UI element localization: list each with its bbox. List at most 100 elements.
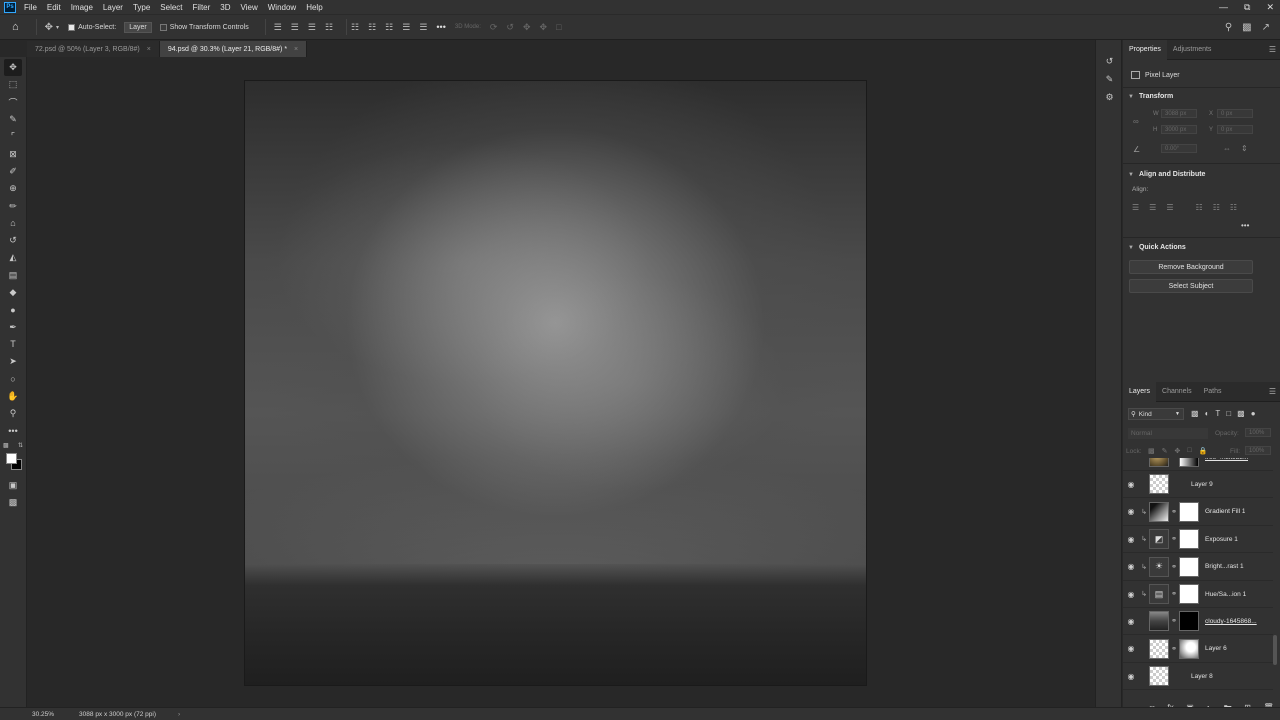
document-info[interactable]: 3088 px x 3000 px (72 ppi) [79, 711, 156, 718]
menu-layer[interactable]: Layer [103, 3, 123, 12]
mask-link-icon[interactable]: ⚭ [1169, 617, 1179, 625]
layer-row[interactable]: ◉ ↳ ◩ ⚭ Exposure 1 [1123, 526, 1273, 554]
more-align-options-icon[interactable]: ••• [1241, 221, 1249, 230]
lock-all-icon[interactable]: 🔒 [1199, 447, 1208, 455]
menu-select[interactable]: Select [160, 3, 182, 12]
menu-filter[interactable]: Filter [193, 3, 211, 12]
canvas-area[interactable] [28, 57, 1083, 707]
swap-colors-icon[interactable]: ⇅ [18, 442, 23, 449]
visibility-eye-icon[interactable]: ◉ [1123, 458, 1139, 462]
3d-scale-icon[interactable]: □ [556, 22, 561, 32]
clone-stamp-tool-icon[interactable]: ⌂ [4, 215, 22, 232]
align-section-title[interactable]: ▼ Align and Distribute [1128, 171, 1205, 178]
distribute-top-icon[interactable]: ☷ [351, 22, 359, 33]
layer-row[interactable]: ◉ ↳ ▤ ⚭ Hue/Sa...ion 1 [1123, 581, 1273, 608]
move-tool-preset-icon[interactable]: ✥ [45, 22, 53, 33]
close-tab-icon[interactable]: × [294, 46, 298, 53]
align-left-edges-icon[interactable]: ☰ [1132, 203, 1139, 212]
more-options-icon[interactable]: ••• [436, 22, 445, 32]
layer-thumbnail[interactable] [1149, 474, 1169, 495]
visibility-eye-icon[interactable]: ◉ [1123, 672, 1139, 681]
layer-row[interactable]: ◉ ↳ ⚭ Gradient Fill 1 [1123, 499, 1273, 526]
edit-toolbar-icon[interactable]: ••• [4, 422, 22, 439]
layer-name[interactable]: free_...3k9b3... [1205, 458, 1248, 461]
close-tab-icon[interactable]: × [147, 46, 151, 53]
hand-tool-icon[interactable]: ✋ [4, 388, 22, 405]
filter-adjustment-icon[interactable]: ◐ [1205, 409, 1210, 418]
angle-field[interactable]: 0.00° [1161, 144, 1197, 153]
tab-paths[interactable]: Paths [1198, 382, 1228, 402]
distribute-bottom-icon[interactable]: ☷ [385, 22, 393, 33]
layer-mask-thumbnail[interactable] [1179, 458, 1199, 467]
menu-window[interactable]: Window [268, 3, 296, 12]
tab-adjustments[interactable]: Adjustments [1167, 40, 1218, 60]
visibility-eye-icon[interactable]: ◉ [1123, 535, 1139, 544]
status-menu-arrow-icon[interactable]: › [178, 711, 180, 718]
layer-name[interactable]: Hue/Sa...ion 1 [1205, 591, 1246, 598]
search-icon[interactable]: ⚲ [1225, 22, 1232, 33]
align-top-edges-icon[interactable]: ☷ [1196, 203, 1203, 212]
share-icon[interactable]: ↗ [1262, 22, 1270, 33]
opacity-field[interactable]: 100% [1245, 428, 1271, 437]
home-icon[interactable]: ⌂ [12, 21, 19, 33]
filter-type-icon[interactable]: T [1215, 409, 1220, 418]
lock-image-icon[interactable]: ✎ [1162, 447, 1168, 455]
layer-row[interactable]: ◉ ↳ ☀ ⚭ Bright...rast 1 [1123, 554, 1273, 581]
lock-position-icon[interactable]: ✥ [1175, 447, 1181, 455]
type-tool-icon[interactable]: T [4, 336, 22, 353]
minimize-icon[interactable]: — [1219, 2, 1228, 12]
layer-row[interactable]: ◉ ⚭ cloudy-1645868... [1123, 608, 1273, 636]
screen-mode-icon[interactable]: ▩ [4, 494, 22, 511]
document-canvas[interactable] [245, 81, 866, 685]
align-h-centers-icon[interactable]: ☰ [1149, 203, 1156, 212]
layer-thumbnail[interactable]: ◩ [1149, 529, 1169, 550]
align-top-icon[interactable]: ☷ [325, 22, 333, 33]
restore-icon[interactable]: ⧉ [1244, 2, 1250, 13]
layer-name[interactable]: Gradient Fill 1 [1205, 508, 1245, 515]
y-field[interactable]: 0 px [1217, 125, 1253, 134]
eyedropper-tool-icon[interactable]: ✐ [4, 163, 22, 180]
align-right-icon[interactable]: ☰ [308, 22, 316, 33]
3d-pan-icon[interactable]: ✥ [523, 22, 531, 33]
dodge-tool-icon[interactable]: ● [4, 301, 22, 318]
move-tool-icon[interactable]: ✥ [4, 59, 22, 77]
layer-row[interactable]: ◉ ⚭ free_...3k9b3... [1123, 458, 1273, 471]
layer-name[interactable]: Layer 8 [1191, 673, 1213, 680]
mask-link-icon[interactable]: ⚭ [1169, 590, 1179, 598]
quick-mask-icon[interactable]: ▣ [4, 477, 22, 494]
history-panel-icon[interactable]: ↺ [1096, 52, 1123, 70]
distribute-middle-icon[interactable]: ☷ [368, 22, 376, 33]
marquee-tool-icon[interactable]: ⬚ [4, 76, 22, 93]
blur-tool-icon[interactable]: ◆ [4, 284, 22, 301]
layer-row[interactable]: ◉ ⚭ Layer 6 [1123, 636, 1273, 663]
layer-mask-thumbnail[interactable] [1179, 556, 1199, 577]
mask-link-icon[interactable]: ⚭ [1169, 508, 1179, 516]
brush-settings-panel-icon[interactable]: ✎ [1096, 70, 1123, 88]
tab-properties[interactable]: Properties [1123, 39, 1167, 60]
layer-thumbnail[interactable] [1149, 501, 1169, 522]
filter-kind-dropdown[interactable]: ⚲ Kind ▼ [1128, 408, 1184, 420]
mask-link-icon[interactable]: ⚭ [1169, 458, 1179, 461]
filter-pixel-icon[interactable]: ▩ [1191, 409, 1199, 418]
layer-thumbnail[interactable] [1149, 611, 1169, 632]
menu-image[interactable]: Image [71, 3, 93, 12]
pen-tool-icon[interactable]: ✒ [4, 318, 22, 335]
x-field[interactable]: 0 px [1217, 109, 1253, 118]
flip-horizontal-icon[interactable]: ⇔ [1223, 144, 1231, 153]
visibility-eye-icon[interactable]: ◉ [1123, 480, 1139, 489]
layer-name[interactable]: Exposure 1 [1205, 536, 1238, 543]
menu-view[interactable]: View [241, 3, 258, 12]
layer-mask-thumbnail[interactable] [1179, 529, 1199, 550]
healing-brush-tool-icon[interactable]: ⊕ [4, 180, 22, 197]
blend-mode-dropdown[interactable]: Normal [1128, 428, 1208, 439]
visibility-eye-icon[interactable]: ◉ [1123, 590, 1139, 599]
workspace-icon[interactable]: ▩ [1242, 22, 1251, 33]
select-subject-button[interactable]: Select Subject [1129, 279, 1253, 293]
layer-row[interactable]: ◉ Layer 8 [1123, 663, 1273, 691]
auto-select-target-dropdown[interactable]: Layer [124, 21, 152, 33]
auto-select-checkbox[interactable]: Auto-Select: [68, 23, 116, 31]
brush-tool-icon[interactable]: ✏ [4, 197, 22, 214]
link-dimensions-icon[interactable]: ∞ [1133, 117, 1139, 126]
3d-slide-icon[interactable]: ✥ [540, 22, 548, 33]
align-left-icon[interactable]: ☰ [274, 22, 282, 33]
